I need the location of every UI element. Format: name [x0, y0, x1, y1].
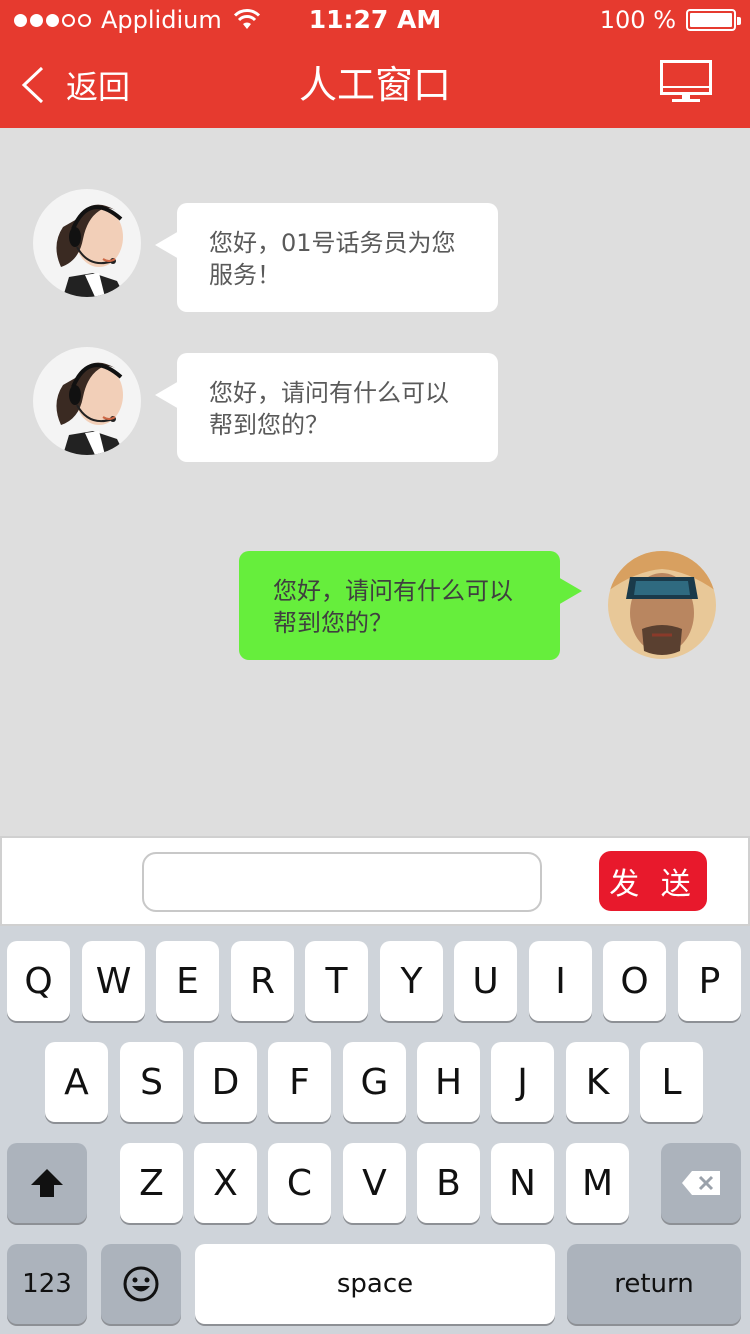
- delete-key[interactable]: [661, 1143, 741, 1223]
- message-bubble-agent: 您好，请问有什么可以 帮到您的？: [155, 353, 498, 462]
- key-v[interactable]: V: [343, 1143, 406, 1223]
- agent-avatar[interactable]: [33, 189, 141, 297]
- back-button[interactable]: 返回: [18, 62, 130, 108]
- key-d[interactable]: D: [194, 1042, 257, 1122]
- message-text: 您好，请问有什么可以: [209, 379, 449, 407]
- message-input[interactable]: [142, 852, 542, 912]
- key-o[interactable]: O: [603, 941, 666, 1021]
- key-k[interactable]: K: [566, 1042, 629, 1122]
- message-text: 服务！: [209, 261, 281, 289]
- key-n[interactable]: N: [491, 1143, 554, 1223]
- back-label: 返回: [66, 68, 131, 106]
- key-b[interactable]: B: [417, 1143, 480, 1223]
- shift-arrow-icon: [31, 1169, 63, 1197]
- space-key[interactable]: space: [195, 1244, 555, 1324]
- user-portrait: [608, 551, 716, 659]
- message-text: 您好，请问有什么可以: [273, 577, 513, 605]
- chevron-left-icon: [21, 66, 44, 104]
- key-j[interactable]: J: [491, 1042, 554, 1122]
- send-button[interactable]: 发 送: [599, 851, 707, 911]
- numbers-key[interactable]: 123: [7, 1244, 87, 1324]
- key-g[interactable]: G: [343, 1042, 406, 1122]
- shift-key[interactable]: [7, 1143, 87, 1223]
- message-bubble-agent: 您好，01号话务员为您 服务！: [155, 203, 498, 312]
- key-h[interactable]: H: [417, 1042, 480, 1122]
- agent-headset-portrait: [33, 347, 141, 455]
- user-avatar[interactable]: [608, 551, 716, 659]
- key-r[interactable]: R: [231, 941, 294, 1021]
- key-s[interactable]: S: [120, 1042, 183, 1122]
- key-w[interactable]: W: [82, 941, 145, 1021]
- key-a[interactable]: A: [45, 1042, 108, 1122]
- monitor-icon[interactable]: [660, 60, 712, 104]
- message-text: 帮到您的？: [209, 411, 329, 439]
- key-c[interactable]: C: [268, 1143, 331, 1223]
- key-m[interactable]: M: [566, 1143, 629, 1223]
- key-z[interactable]: Z: [120, 1143, 183, 1223]
- key-q[interactable]: Q: [7, 941, 70, 1021]
- battery-percent: 100 %: [599, 6, 676, 34]
- battery-icon: [686, 9, 741, 31]
- message-text: 帮到您的？: [273, 609, 393, 637]
- message-bubble-user: 您好，请问有什么可以 帮到您的？: [239, 551, 582, 660]
- return-key[interactable]: return: [567, 1244, 741, 1324]
- key-y[interactable]: Y: [380, 941, 443, 1021]
- battery-info: 100 %: [599, 6, 741, 34]
- key-i[interactable]: I: [529, 941, 592, 1021]
- agent-headset-portrait: [33, 189, 141, 297]
- message-text: 您好，01号话务员为您: [209, 229, 456, 257]
- key-t[interactable]: T: [305, 941, 368, 1021]
- status-bar: Applidium 11:27 AM 100 %: [0, 0, 750, 40]
- smiley-icon: [123, 1266, 159, 1302]
- key-p[interactable]: P: [678, 941, 741, 1021]
- key-x[interactable]: X: [194, 1143, 257, 1223]
- key-f[interactable]: F: [268, 1042, 331, 1122]
- navigation-header: Applidium 11:27 AM 100 % 返回 人工窗口: [0, 0, 750, 128]
- key-e[interactable]: E: [156, 941, 219, 1021]
- message-input-bar: 发 送: [0, 836, 750, 926]
- agent-avatar[interactable]: [33, 347, 141, 455]
- key-u[interactable]: U: [454, 941, 517, 1021]
- emoji-key[interactable]: [101, 1244, 181, 1324]
- keyboard: Q W E R T Y U I O P A S D F G H J K L Z …: [0, 926, 750, 1334]
- backspace-icon: [682, 1171, 720, 1195]
- key-l[interactable]: L: [640, 1042, 703, 1122]
